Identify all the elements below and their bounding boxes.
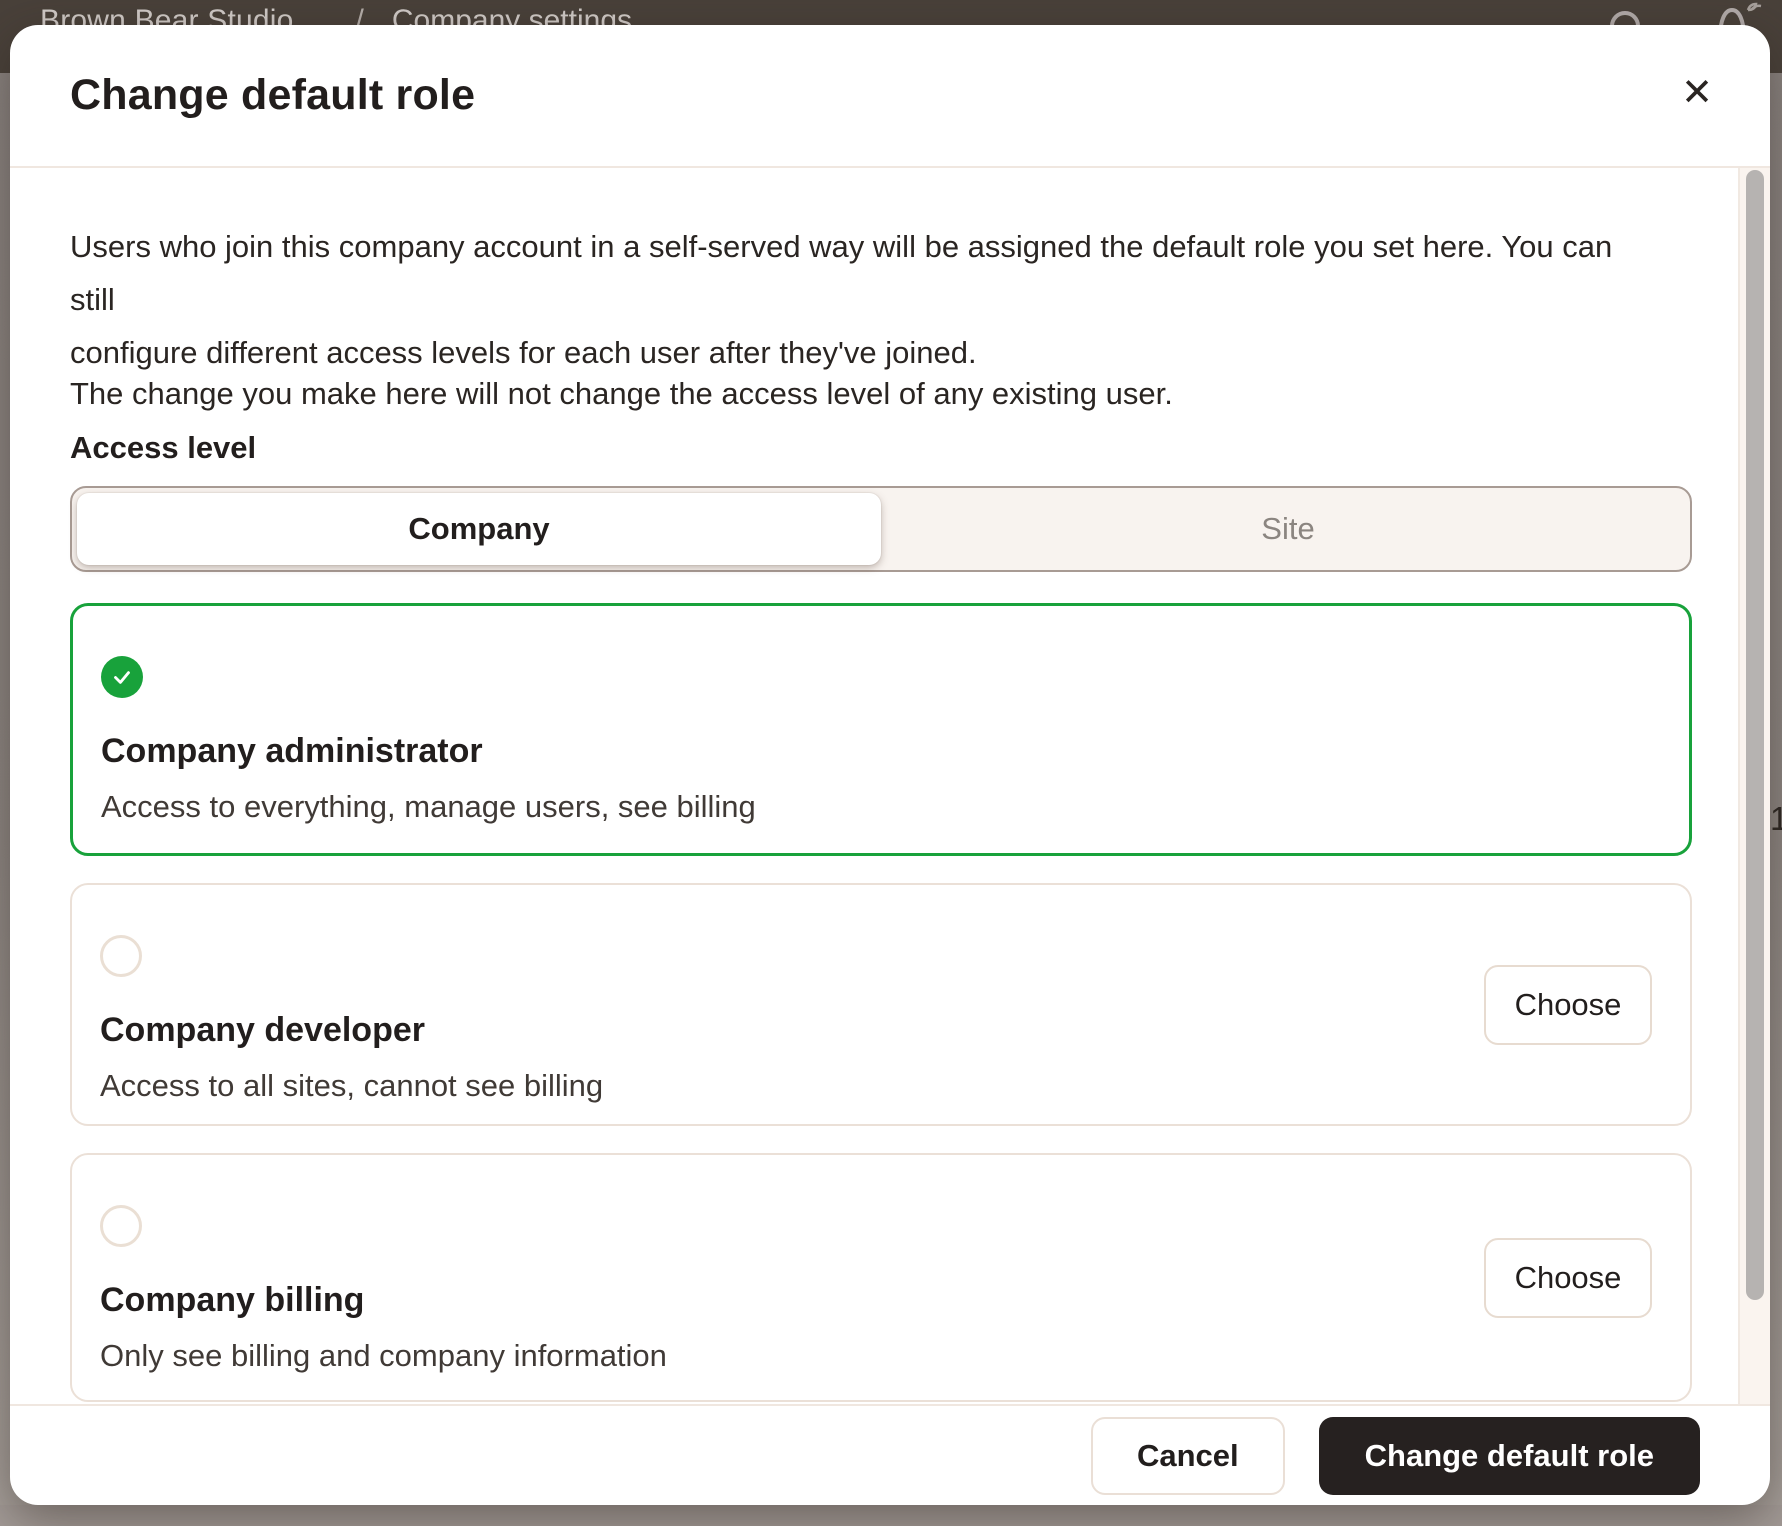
choose-button-developer[interactable]: Choose xyxy=(1484,964,1652,1045)
dialog-footer: Cancel Change default role xyxy=(10,1404,1770,1505)
radio-unchecked-icon xyxy=(100,935,142,977)
role-description: Access to everything, manage users, see … xyxy=(101,789,756,824)
note-paragraph: The change you make here will not change… xyxy=(70,376,1173,411)
change-default-role-dialog: Change default role ✕ Users who join thi… xyxy=(10,25,1770,1505)
intro-line-2: configure different access levels for ea… xyxy=(70,335,977,370)
dialog-header: Change default role ✕ xyxy=(10,25,1770,168)
check-icon xyxy=(101,656,143,698)
change-default-role-button[interactable]: Change default role xyxy=(1318,1416,1700,1495)
role-description: Only see billing and company information xyxy=(100,1338,667,1373)
tab-site[interactable]: Site xyxy=(886,488,1690,570)
cancel-button[interactable]: Cancel xyxy=(1090,1416,1285,1495)
role-name: Company developer xyxy=(100,1011,425,1049)
close-icon[interactable]: ✕ xyxy=(1671,67,1723,119)
page-text-fragment: 1e xyxy=(1770,800,1782,837)
access-level-label: Access level xyxy=(70,430,257,465)
role-card-company-developer[interactable]: Company developer Access to all sites, c… xyxy=(70,883,1692,1126)
role-name: Company billing xyxy=(100,1281,365,1319)
role-card-company-billing[interactable]: Company billing Only see billing and com… xyxy=(70,1153,1692,1402)
radio-unchecked-icon xyxy=(100,1205,142,1247)
role-description: Access to all sites, cannot see billing xyxy=(100,1068,604,1103)
page-bottom-under-overlay xyxy=(0,1505,1782,1526)
dialog-title: Change default role xyxy=(70,71,476,119)
tab-company[interactable]: Company xyxy=(77,493,881,565)
scrollbar-thumb[interactable] xyxy=(1746,170,1764,1300)
role-name: Company administrator xyxy=(101,732,483,770)
choose-button-billing[interactable]: Choose xyxy=(1484,1237,1652,1318)
intro-paragraph: Users who join this company account in a… xyxy=(70,220,1660,379)
access-level-segmented-control: Company Site xyxy=(70,486,1692,572)
intro-line-1: Users who join this company account in a… xyxy=(70,229,1613,317)
dialog-body: Users who join this company account in a… xyxy=(10,168,1738,1404)
role-card-company-administrator[interactable]: Company administrator Access to everythi… xyxy=(70,603,1692,856)
